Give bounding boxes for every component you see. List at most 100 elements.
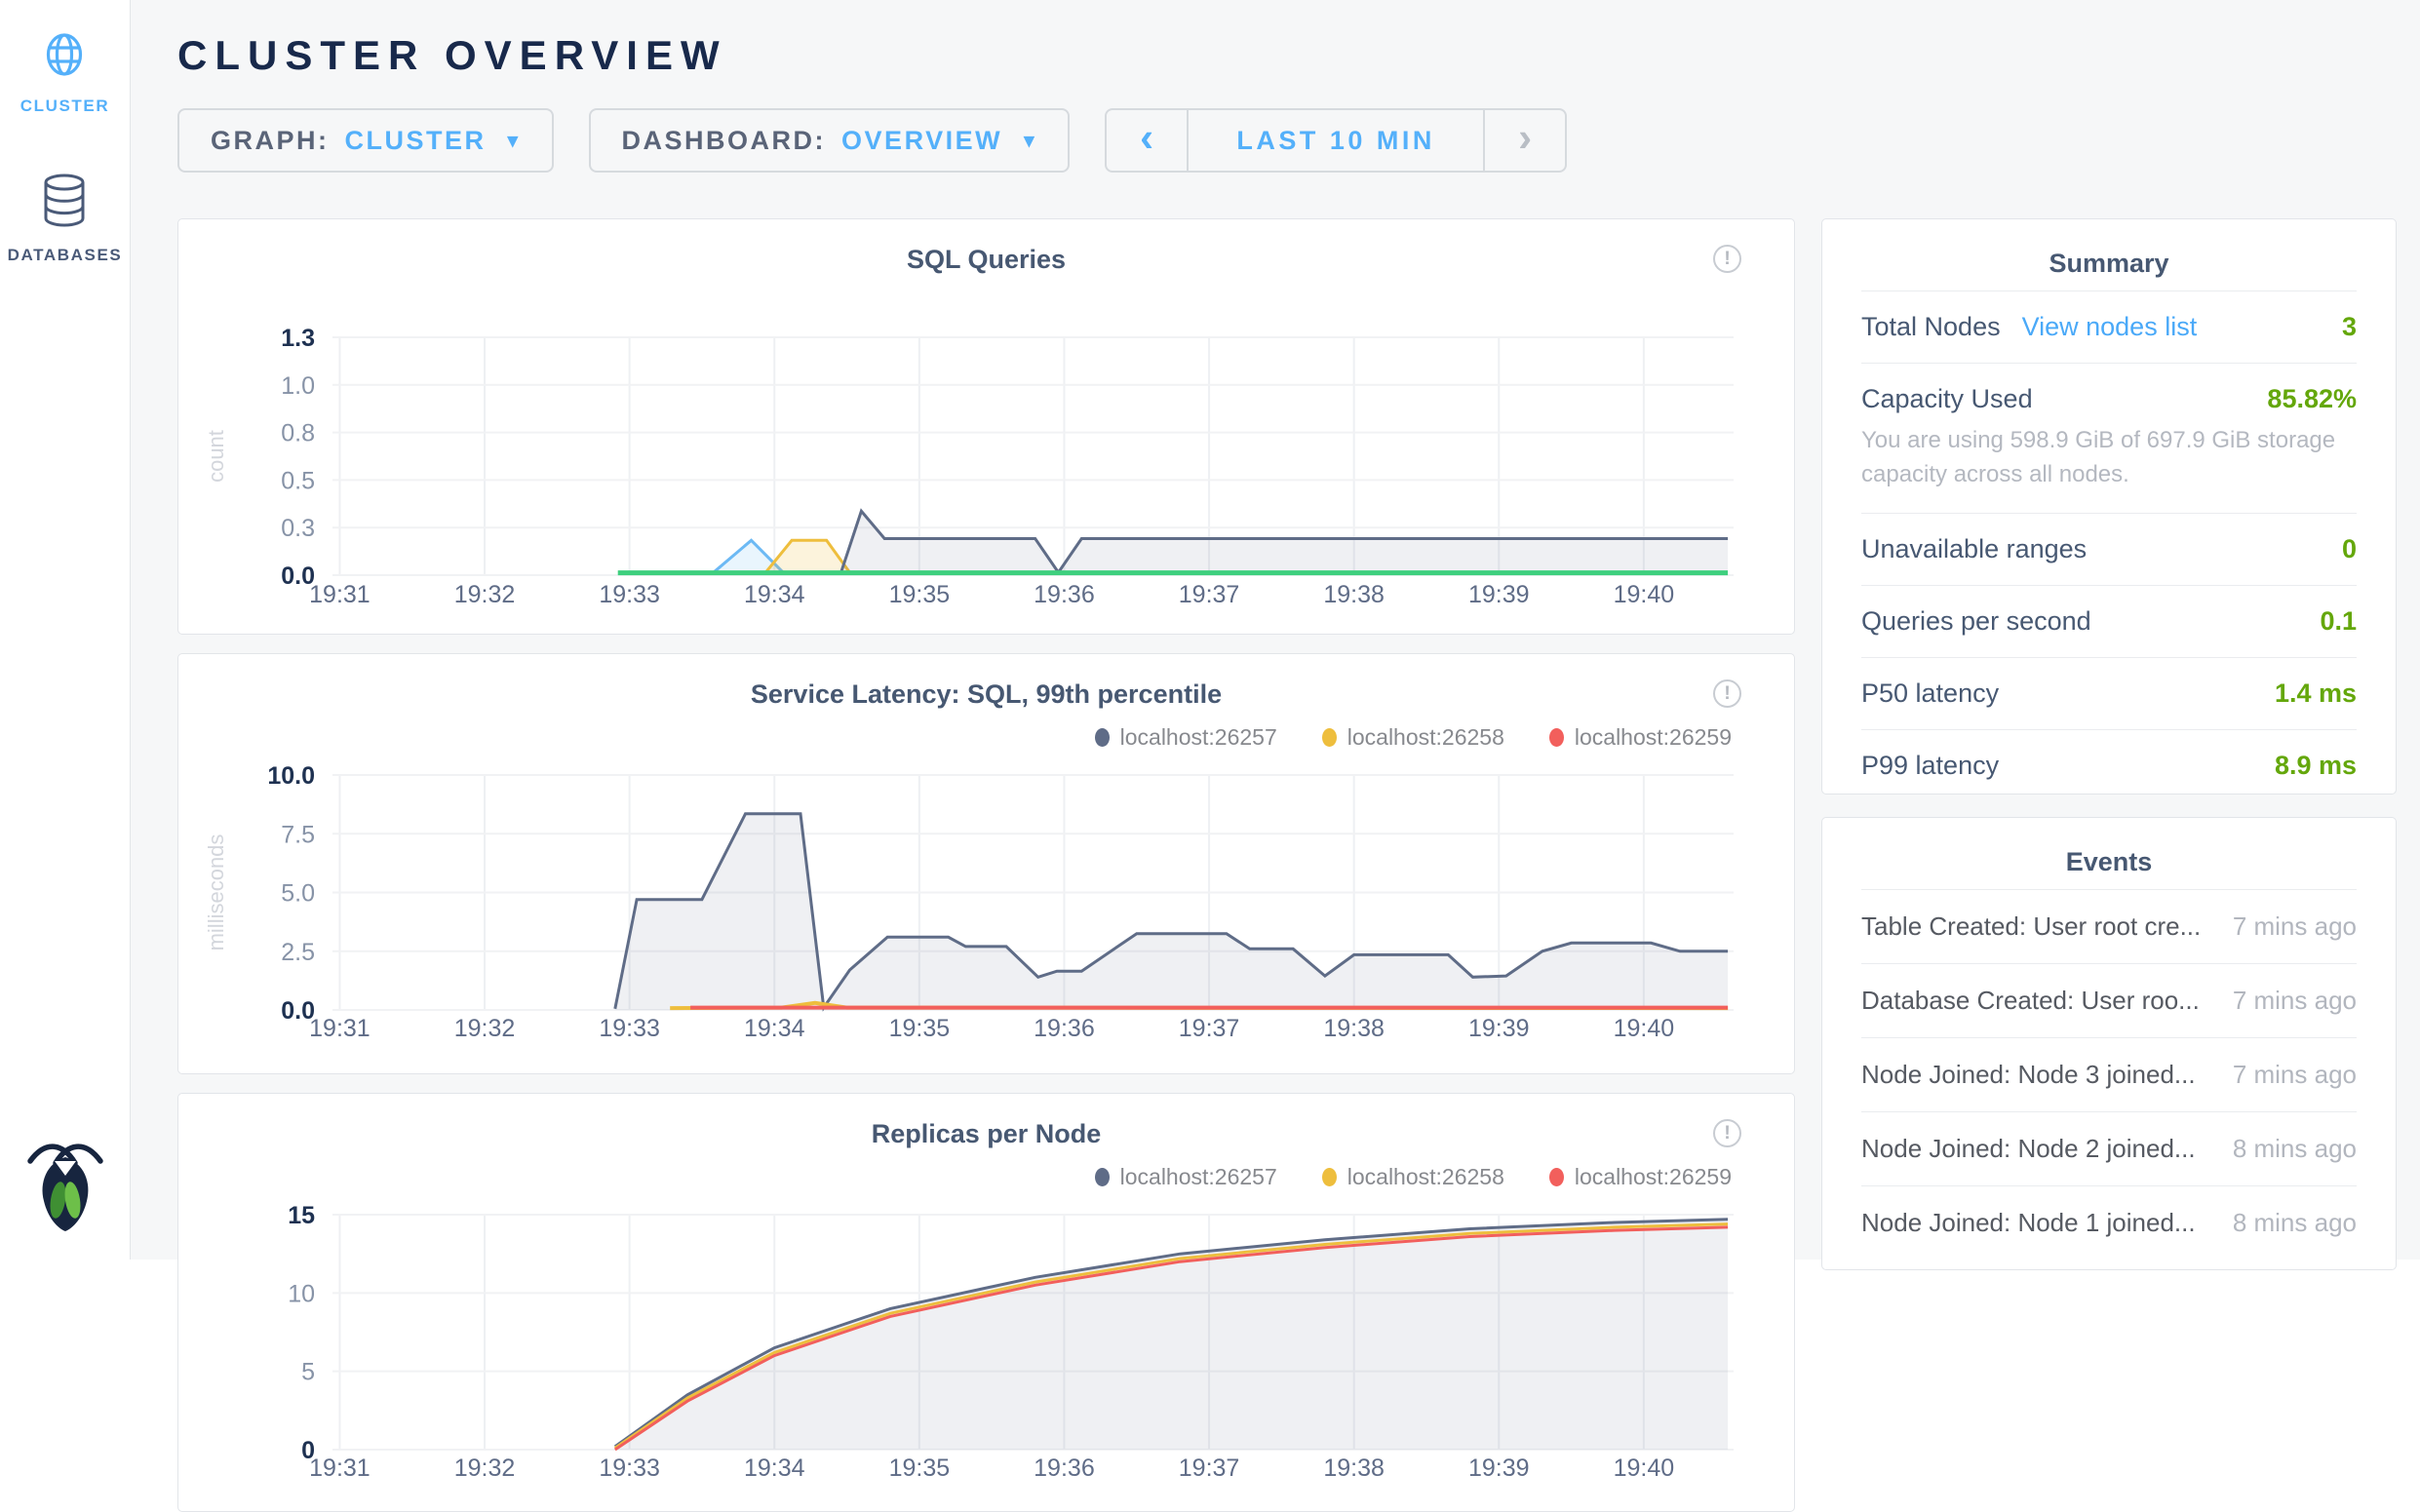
summary-row-value: 8.9 ms [2275,751,2357,781]
svg-text:19:37: 19:37 [1179,1015,1240,1042]
svg-text:19:39: 19:39 [1468,581,1530,608]
summary-row-capacity-used: Capacity Used 85.82% You are using 598.9… [1861,363,2357,513]
sidebar-item-label: CLUSTER [20,97,109,116]
svg-text:7.5: 7.5 [281,821,315,848]
svg-text:19:33: 19:33 [599,1454,660,1482]
legend-dot-icon [1549,728,1564,747]
svg-text:0.3: 0.3 [281,515,315,542]
legend-item: localhost:26258 [1322,724,1504,751]
event-row: Node Joined: Node 1 joined... 8 mins ago [1861,1185,2357,1260]
event-time: 7 mins ago [2233,911,2357,942]
event-text: Node Joined: Node 3 joined... [1861,1060,2196,1090]
database-icon [39,173,90,234]
event-text: Node Joined: Node 2 joined... [1861,1134,2196,1164]
summary-row-label: P99 latency [1861,751,1999,781]
summary-row-unavailable-ranges: Unavailable ranges 0 [1861,513,2357,585]
controls-bar: GRAPH: CLUSTER ▾ DASHBOARD: OVERVIEW ▾ ‹… [177,108,2397,173]
summary-row-label: Capacity Used [1861,384,2033,414]
svg-text:19:38: 19:38 [1323,1015,1385,1042]
time-range-label[interactable]: LAST 10 MIN [1189,110,1483,171]
info-glyph: ! [1724,683,1730,705]
dashboard-dropdown-value: OVERVIEW [841,126,1002,156]
summary-row-total-nodes: Total Nodes View nodes list 3 [1861,291,2357,363]
info-glyph: ! [1724,1123,1730,1144]
event-time: 8 mins ago [2233,1134,2357,1164]
svg-text:19:35: 19:35 [889,581,951,608]
svg-text:19:34: 19:34 [744,1015,805,1042]
time-range-prev-button[interactable]: ‹ [1107,110,1189,171]
event-row: Node Joined: Node 2 joined... 8 mins ago [1861,1111,2357,1185]
svg-text:19:40: 19:40 [1614,1015,1675,1042]
side-column: Summary Total Nodes View nodes list 3 Ca… [1821,218,2397,1512]
svg-text:19:36: 19:36 [1034,1015,1095,1042]
svg-text:19:40: 19:40 [1614,1454,1675,1482]
summary-row-value: 85.82% [2267,384,2357,414]
dashboard-dropdown[interactable]: DASHBOARD: OVERVIEW ▾ [589,108,1071,173]
view-nodes-list-link[interactable]: View nodes list [2022,312,2198,342]
event-time: 7 mins ago [2233,986,2357,1016]
sql-queries-plot[interactable]: 0.00.30.50.81.01.319:3119:3219:3319:3419… [178,305,1794,612]
svg-text:2.5: 2.5 [281,939,315,966]
summary-row-label: Queries per second [1861,606,2091,637]
svg-text:19:35: 19:35 [889,1454,951,1482]
svg-text:19:37: 19:37 [1179,1454,1240,1482]
legend-item: localhost:26258 [1322,1164,1504,1190]
globe-icon [39,29,90,85]
summary-title: Summary [1861,249,2357,279]
info-icon[interactable]: ! [1713,245,1741,273]
graph-dropdown-value: CLUSTER [345,126,487,156]
event-text: Database Created: User roo... [1861,986,2200,1016]
legend-dot-icon [1322,1168,1337,1186]
svg-text:0.8: 0.8 [281,420,315,447]
svg-text:19:36: 19:36 [1034,581,1095,608]
graph-dropdown-label: GRAPH: [211,126,330,156]
svg-text:19:34: 19:34 [744,1454,805,1482]
sidebar-item-databases[interactable]: DATABASES [8,173,123,265]
svg-text:5: 5 [301,1359,315,1386]
summary-row-p50-latency: P50 latency 1.4 ms [1861,657,2357,729]
svg-text:count: count [204,430,228,483]
info-icon[interactable]: ! [1713,679,1741,708]
svg-text:19:31: 19:31 [309,1015,371,1042]
svg-text:15: 15 [288,1202,315,1229]
chevron-down-icon: ▾ [508,129,521,153]
replicas-per-node-plot[interactable]: 05101519:3119:3219:3319:3419:3519:3619:3… [178,1195,1794,1488]
svg-text:1.0: 1.0 [281,372,315,400]
svg-text:19:33: 19:33 [599,581,660,608]
event-row: Database Created: User roo... 7 mins ago [1861,963,2357,1037]
svg-text:19:37: 19:37 [1179,581,1240,608]
summary-row-label: P50 latency [1861,678,1999,709]
svg-text:19:38: 19:38 [1323,581,1385,608]
event-time: 7 mins ago [2233,1060,2357,1090]
sidebar-item-cluster[interactable]: CLUSTER [20,29,109,116]
svg-text:19:39: 19:39 [1468,1015,1530,1042]
svg-text:19:31: 19:31 [309,1454,371,1482]
cockroach-logo-icon [19,1132,112,1238]
legend-dot-icon [1095,728,1110,747]
svg-text:19:32: 19:32 [454,581,516,608]
service-latency-plot[interactable]: 0.02.55.07.510.019:3119:3219:3319:3419:3… [178,756,1794,1048]
summary-row-value: 0 [2342,534,2357,564]
svg-text:milliseconds: milliseconds [204,834,228,951]
charts-column: SQL Queries ! 0.00.30.50.81.01.319:3119:… [177,218,1795,1512]
svg-text:1.3: 1.3 [281,325,315,352]
summary-row-queries-per-second: Queries per second 0.1 [1861,585,2357,657]
summary-row-value: 1.4 ms [2275,678,2357,709]
graph-dropdown[interactable]: GRAPH: CLUSTER ▾ [177,108,554,173]
replicas-per-node-card: Replicas per Node ! localhost:26257local… [177,1093,1795,1512]
svg-text:19:32: 19:32 [454,1454,516,1482]
svg-text:19:35: 19:35 [889,1015,951,1042]
info-icon[interactable]: ! [1713,1119,1741,1147]
legend-item: localhost:26259 [1549,724,1732,751]
chart-title: Service Latency: SQL, 99th percentile [178,678,1794,711]
sidebar: CLUSTER DATABASES [0,0,131,1260]
event-row: Table Created: User root cre... 7 mins a… [1861,889,2357,963]
legend-dot-icon [1095,1168,1110,1186]
main-area: CLUSTER OVERVIEW GRAPH: CLUSTER ▾ DASHBO… [131,0,2420,1260]
svg-text:19:32: 19:32 [454,1015,516,1042]
time-range-next-button[interactable]: › [1483,110,1565,171]
summary-row-label: Total Nodes [1861,312,2001,342]
svg-text:5.0: 5.0 [281,880,315,908]
sql-queries-card: SQL Queries ! 0.00.30.50.81.01.319:3119:… [177,218,1795,635]
summary-row-label: Unavailable ranges [1861,534,2087,564]
